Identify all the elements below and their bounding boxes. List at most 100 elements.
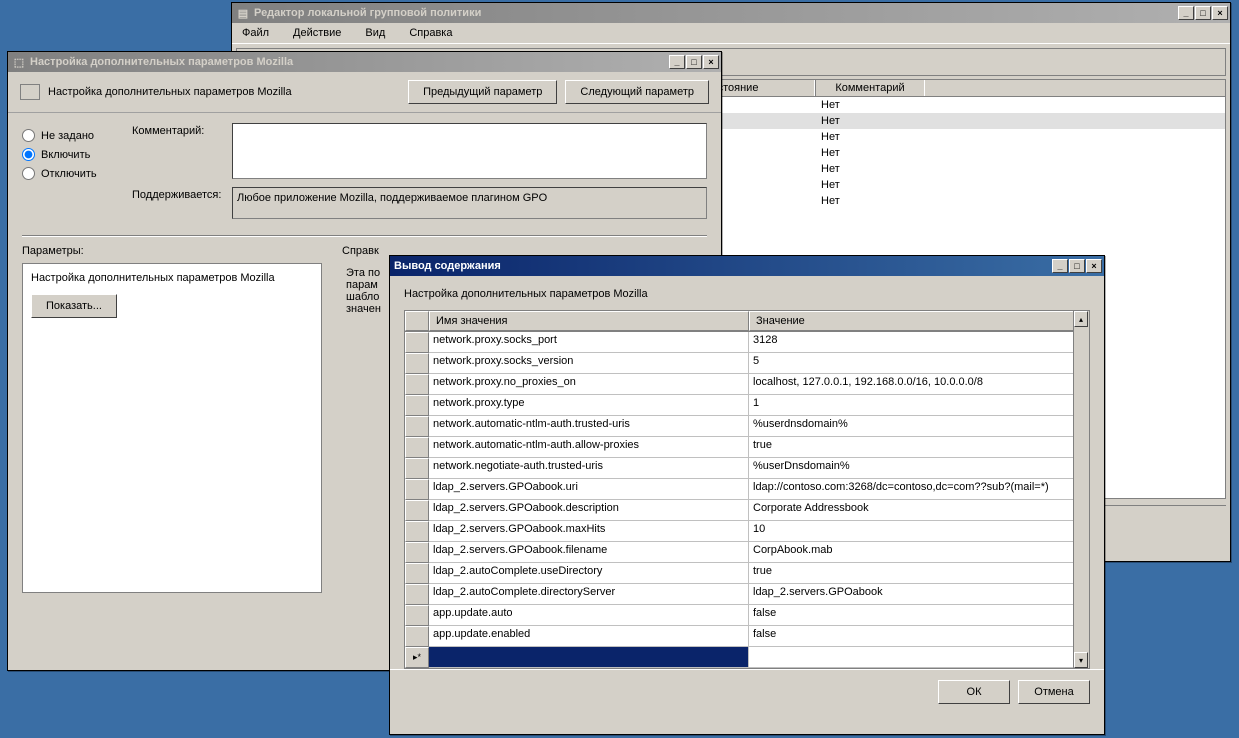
cell-value[interactable]: 3128: [749, 332, 1081, 353]
grid-row[interactable]: app.update.autofalse: [405, 605, 1089, 626]
cell-value[interactable]: %userDnsdomain%: [749, 458, 1081, 479]
cell-name[interactable]: network.proxy.socks_version: [429, 353, 749, 374]
row-header: [405, 353, 429, 374]
grid-row[interactable]: ldap_2.autoComplete.useDirectorytrue: [405, 563, 1089, 584]
cell-value[interactable]: Corporate Addressbook: [749, 500, 1081, 521]
cell-name[interactable]: ldap_2.autoComplete.useDirectory: [429, 563, 749, 584]
prev-param-button[interactable]: Предыдущий параметр: [408, 80, 557, 104]
cancel-button[interactable]: Отмена: [1018, 680, 1090, 704]
close-button[interactable]: ×: [703, 55, 719, 69]
grid-row[interactable]: network.automatic-ntlm-auth.trusted-uris…: [405, 416, 1089, 437]
radio-enable[interactable]: [22, 148, 35, 161]
grid-row[interactable]: ldap_2.autoComplete.directoryServerldap_…: [405, 584, 1089, 605]
menu-file[interactable]: Файл: [236, 25, 275, 41]
cell-value[interactable]: false: [749, 626, 1081, 647]
row-comment: Нет: [815, 162, 925, 176]
grid-col-name[interactable]: Имя значения: [429, 311, 749, 331]
policy-titlebar[interactable]: ⬚ Настройка дополнительных параметров Mo…: [8, 52, 721, 72]
comment-label: Комментарий:: [132, 123, 232, 179]
grid-row[interactable]: network.automatic-ntlm-auth.allow-proxie…: [405, 437, 1089, 458]
scroll-down-button[interactable]: ▾: [1074, 652, 1088, 668]
cell-name[interactable]: app.update.enabled: [429, 626, 749, 647]
cell-value[interactable]: true: [749, 563, 1081, 584]
cell-value[interactable]: ldap_2.servers.GPOabook: [749, 584, 1081, 605]
grid-header: Имя значения Значение: [405, 311, 1089, 332]
col-comment-header[interactable]: Комментарий: [815, 80, 925, 96]
close-button[interactable]: ×: [1212, 6, 1228, 20]
cell-name[interactable]: network.automatic-ntlm-auth.trusted-uris: [429, 416, 749, 437]
cell-name[interactable]: ldap_2.servers.GPOabook.description: [429, 500, 749, 521]
cell-value[interactable]: localhost, 127.0.0.1, 192.168.0.0/16, 10…: [749, 374, 1081, 395]
row-header: [405, 332, 429, 353]
cell-name[interactable]: network.proxy.socks_port: [429, 332, 749, 353]
grid-col-value[interactable]: Значение: [749, 311, 1081, 331]
maximize-button[interactable]: □: [686, 55, 702, 69]
cell-value[interactable]: 1: [749, 395, 1081, 416]
grid-row[interactable]: app.update.enabledfalse: [405, 626, 1089, 647]
cell-name[interactable]: network.automatic-ntlm-auth.allow-proxie…: [429, 437, 749, 458]
menu-help[interactable]: Справка: [403, 25, 458, 41]
cell-value[interactable]: %userdnsdomain%: [749, 416, 1081, 437]
row-comment: Нет: [815, 194, 925, 208]
grid-row[interactable]: ldap_2.servers.GPOabook.filenameCorpAboo…: [405, 542, 1089, 563]
grid-row[interactable]: ldap_2.servers.GPOabook.maxHits10: [405, 521, 1089, 542]
grid-row[interactable]: network.proxy.type1: [405, 395, 1089, 416]
maximize-button[interactable]: □: [1195, 6, 1211, 20]
minimize-button[interactable]: _: [669, 55, 685, 69]
comment-textarea[interactable]: [232, 123, 707, 179]
radio-notset-label: Не задано: [41, 130, 94, 142]
radio-disable-label: Отключить: [41, 168, 97, 180]
menu-view[interactable]: Вид: [359, 25, 391, 41]
close-button[interactable]: ×: [1086, 259, 1102, 273]
cell-value[interactable]: 10: [749, 521, 1081, 542]
grid-row[interactable]: network.proxy.no_proxies_onlocalhost, 12…: [405, 374, 1089, 395]
cell-value[interactable]: false: [749, 605, 1081, 626]
cell-value[interactable]: CorpAbook.mab: [749, 542, 1081, 563]
row-comment: Нет: [815, 146, 925, 160]
gpedit-title: Редактор локальной групповой политики: [254, 7, 1178, 19]
row-header: [405, 521, 429, 542]
radio-disable[interactable]: [22, 167, 35, 180]
gpedit-titlebar[interactable]: ▤ Редактор локальной групповой политики …: [232, 3, 1230, 23]
cell-name[interactable]: network.proxy.type: [429, 395, 749, 416]
content-titlebar[interactable]: Вывод содержания _ □ ×: [390, 256, 1104, 276]
minimize-button[interactable]: _: [1052, 259, 1068, 273]
radio-notset[interactable]: [22, 129, 35, 142]
grid-row[interactable]: network.proxy.socks_port3128: [405, 332, 1089, 353]
row-header: [405, 437, 429, 458]
content-subtitle: Настройка дополнительных параметров Mozi…: [404, 288, 1090, 300]
cell-name[interactable]: ldap_2.servers.GPOabook.uri: [429, 479, 749, 500]
cell-value[interactable]: true: [749, 437, 1081, 458]
grid-new-row[interactable]: ▸*: [405, 647, 1089, 668]
cell-value[interactable]: 5: [749, 353, 1081, 374]
cell-value[interactable]: ldap://contoso.com:3268/dc=contoso,dc=co…: [749, 479, 1081, 500]
grid-row[interactable]: network.negotiate-auth.trusted-uris%user…: [405, 458, 1089, 479]
row-header: [405, 458, 429, 479]
row-header: [405, 500, 429, 521]
scroll-up-button[interactable]: ▴: [1074, 311, 1088, 327]
params-box-text: Настройка дополнительных параметров Mozi…: [31, 272, 313, 284]
cell-value[interactable]: [749, 647, 1081, 668]
maximize-button[interactable]: □: [1069, 259, 1085, 273]
ok-button[interactable]: ОК: [938, 680, 1010, 704]
cell-name[interactable]: ldap_2.servers.GPOabook.filename: [429, 542, 749, 563]
cell-name[interactable]: ldap_2.autoComplete.directoryServer: [429, 584, 749, 605]
grid-row[interactable]: ldap_2.servers.GPOabook.urildap://contos…: [405, 479, 1089, 500]
grid-row[interactable]: ldap_2.servers.GPOabook.descriptionCorpo…: [405, 500, 1089, 521]
menu-action[interactable]: Действие: [287, 25, 347, 41]
gpedit-menubar: Файл Действие Вид Справка: [232, 23, 1230, 44]
cell-name[interactable]: [429, 647, 749, 668]
values-grid[interactable]: Имя значения Значение network.proxy.sock…: [404, 310, 1090, 669]
cell-name[interactable]: network.negotiate-auth.trusted-uris: [429, 458, 749, 479]
cell-name[interactable]: ldap_2.servers.GPOabook.maxHits: [429, 521, 749, 542]
show-button[interactable]: Показать...: [31, 294, 117, 318]
minimize-button[interactable]: _: [1178, 6, 1194, 20]
policy-header: Настройка дополнительных параметров Mozi…: [8, 72, 721, 113]
cell-name[interactable]: app.update.auto: [429, 605, 749, 626]
state-radio-group: Не задано Включить Отключить: [22, 123, 122, 227]
grid-row[interactable]: network.proxy.socks_version5: [405, 353, 1089, 374]
grid-scrollbar[interactable]: ▴ ▾: [1073, 311, 1089, 668]
cell-name[interactable]: network.proxy.no_proxies_on: [429, 374, 749, 395]
row-header: [405, 584, 429, 605]
next-param-button[interactable]: Следующий параметр: [565, 80, 709, 104]
